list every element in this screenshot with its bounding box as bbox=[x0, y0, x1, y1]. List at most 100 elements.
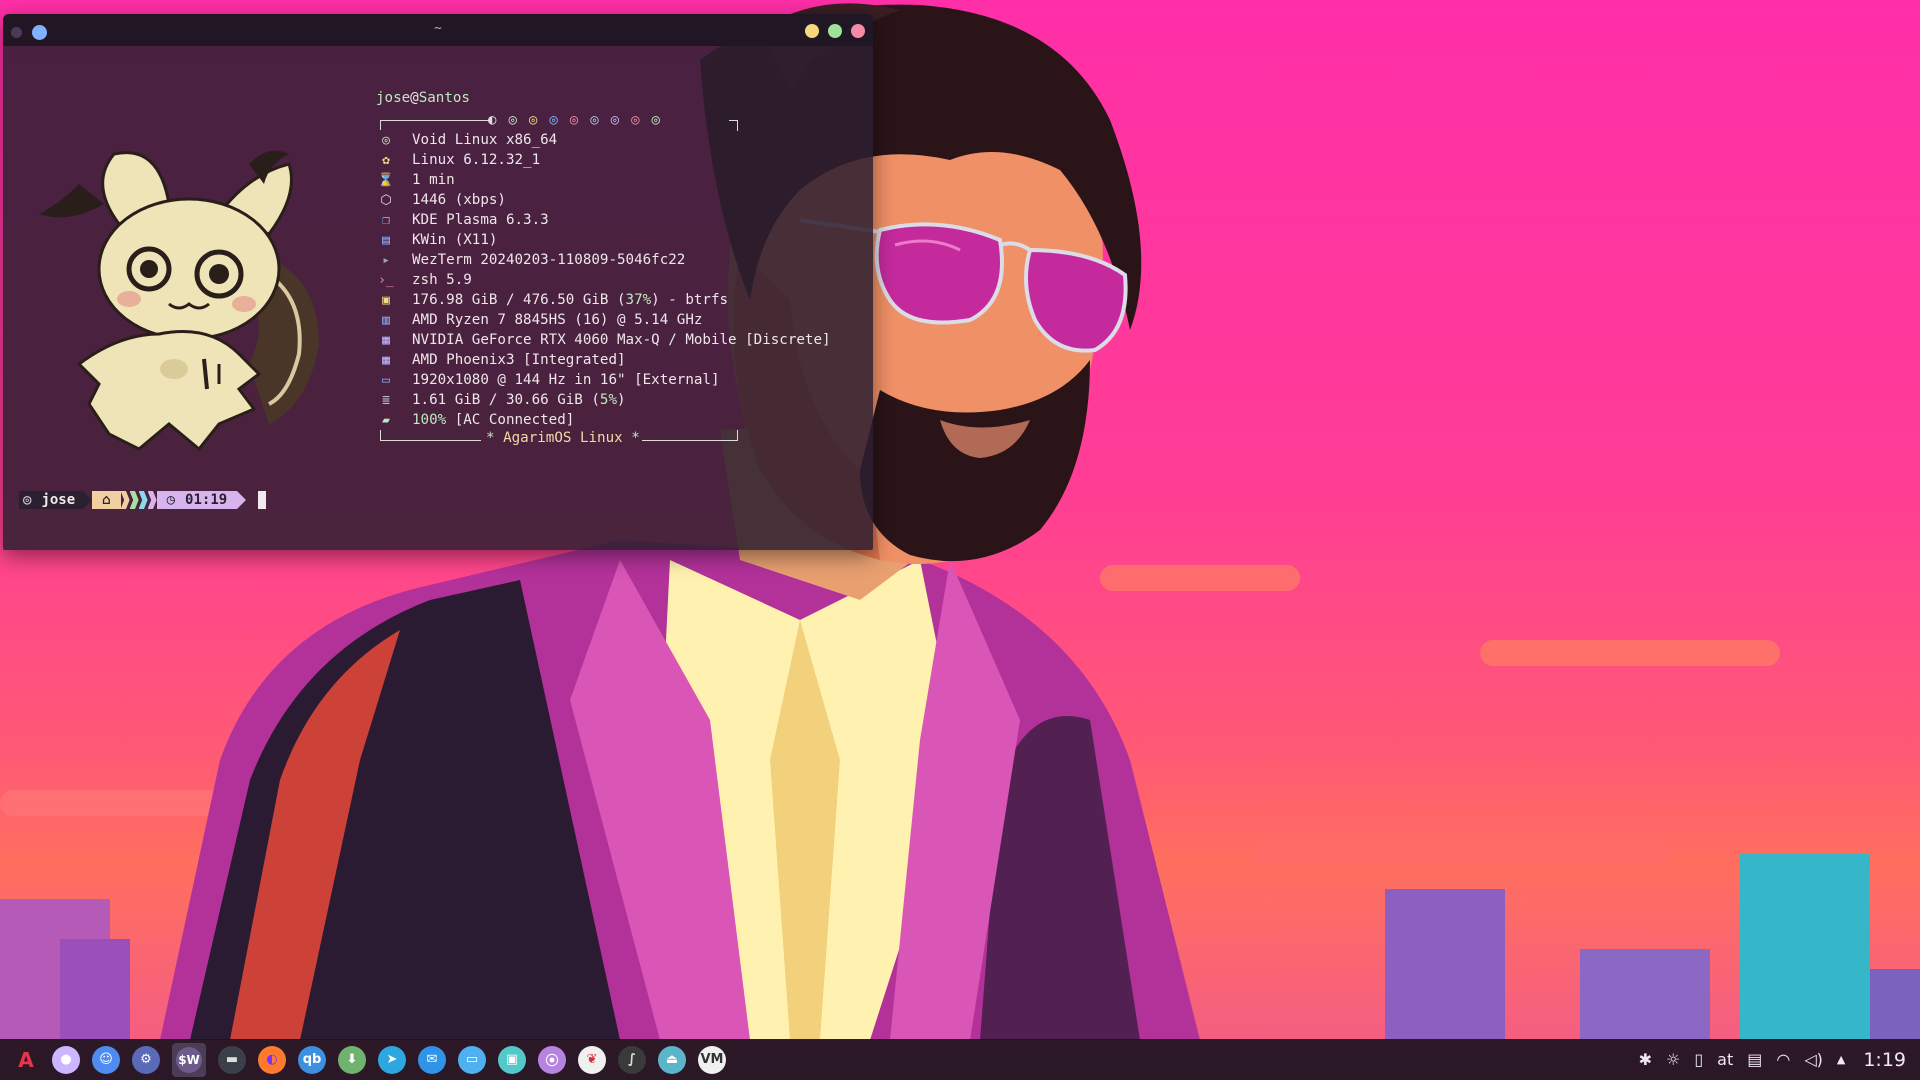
keyboard-layout-indicator[interactable]: at bbox=[1717, 1050, 1733, 1069]
volume-icon[interactable]: ◁) bbox=[1804, 1050, 1823, 1069]
battery-icon: ▰ bbox=[382, 412, 390, 428]
shell-prompt[interactable]: ◎ jose ⌂ ◷ 01:19 bbox=[19, 491, 267, 509]
terminal-content[interactable]: jose@Santos ◐ ◎ ◎ ◎ ◎ ◎ ◎ ◎ ◎ ◎ Void Linu… bbox=[3, 46, 873, 550]
info-row: ⌛ 1 min bbox=[376, 170, 831, 190]
info-value: NVIDIA GeForce RTX 4060 Max-Q / Mobile [… bbox=[412, 332, 831, 348]
palette-dot-icon: ◎ bbox=[590, 112, 599, 128]
app-inkscape-icon[interactable]: ∫ bbox=[618, 1045, 646, 1074]
app-vm-icon[interactable]: VM bbox=[698, 1045, 726, 1074]
app-qbittorrent-icon[interactable]: qb bbox=[298, 1045, 326, 1074]
info-value: 1 min bbox=[412, 172, 455, 188]
gear-icon: ✿ bbox=[382, 152, 390, 168]
info-row: ▣ 176.98 GiB / 476.50 GiB (37%) - btrfs bbox=[376, 290, 831, 310]
info-value: Void Linux x86_64 bbox=[412, 132, 558, 148]
powerline-arrow bbox=[83, 491, 93, 509]
info-row: ▭ 1920x1080 @ 144 Hz in 16" [External] bbox=[376, 370, 831, 390]
rainbow-stripes bbox=[120, 491, 157, 509]
app-firefox-icon[interactable]: ◐ bbox=[258, 1045, 286, 1074]
powerline-arrow bbox=[237, 491, 247, 509]
wallpaper-building bbox=[1580, 949, 1710, 1039]
brightness-icon[interactable]: ☼ bbox=[1666, 1050, 1680, 1069]
app-telegram-icon[interactable]: ➤ bbox=[378, 1045, 406, 1074]
info-value: Linux 6.12.32_1 bbox=[412, 152, 541, 168]
info-row: ⬡ 1446 (xbps) bbox=[376, 190, 831, 210]
system-tray: ✱ ☼ ▯ at ▤ ◠ ◁) ▲ 1:19 bbox=[1639, 1039, 1906, 1080]
prompt-time-segment: ◷ 01:19 bbox=[156, 491, 238, 509]
monitor-icon: ▭ bbox=[382, 372, 390, 388]
app-downloader-icon[interactable]: ⬇ bbox=[338, 1045, 366, 1074]
fetch-username: jose bbox=[376, 90, 411, 106]
digital-clock[interactable]: 1:19 bbox=[1863, 1049, 1906, 1071]
palette-dot-icon: ◎ bbox=[569, 112, 579, 128]
minimize-button[interactable] bbox=[805, 24, 819, 38]
text-cursor[interactable] bbox=[258, 491, 267, 509]
bluetooth-icon[interactable]: ✱ bbox=[1639, 1050, 1652, 1069]
void-logo-icon: ◎ bbox=[23, 492, 32, 508]
rainbow-stripe bbox=[138, 491, 148, 509]
disk-icon: ▣ bbox=[382, 292, 390, 308]
info-value: AMD Phoenix3 [Integrated] bbox=[412, 352, 626, 368]
desktop-icon: ❐ bbox=[382, 212, 390, 228]
distro-footer: * AgarimOS Linux * bbox=[376, 430, 738, 450]
info-row: ›_ zsh 5.9 bbox=[376, 270, 831, 290]
app-settings-icon[interactable]: ⚙ bbox=[132, 1045, 160, 1074]
app-files-icon[interactable]: ▭ bbox=[458, 1045, 486, 1074]
window-icon: ▤ bbox=[382, 232, 390, 248]
terminal-icon: ▸ bbox=[382, 252, 390, 268]
distro-name: AgarimOS Linux bbox=[503, 430, 623, 446]
void-logo-icon: ◎ bbox=[382, 132, 390, 148]
kde-connect-phone-icon[interactable]: ▯ bbox=[1694, 1050, 1703, 1069]
close-button[interactable] bbox=[851, 24, 865, 38]
app-disk-manager-icon[interactable]: ⏏ bbox=[658, 1045, 686, 1074]
app-wezterm-icon[interactable]: $W bbox=[172, 1042, 206, 1077]
maximize-button[interactable] bbox=[828, 24, 842, 38]
wallpaper-building bbox=[1385, 889, 1505, 1039]
shell-icon: ›_ bbox=[378, 272, 394, 288]
app-remote-desktop-icon[interactable]: ▣ bbox=[498, 1045, 526, 1074]
app-messenger-icon[interactable]: ✉ bbox=[418, 1045, 446, 1074]
user-host-line: jose@Santos bbox=[376, 90, 831, 110]
app-podcast-icon[interactable]: ⦿ bbox=[538, 1045, 566, 1074]
hourglass-icon: ⌛ bbox=[377, 172, 395, 188]
info-value: 100% [AC Connected] bbox=[412, 412, 575, 428]
wallpaper-building bbox=[1870, 969, 1920, 1039]
cpu-icon: ▥ bbox=[382, 312, 390, 328]
info-value: 1920x1080 @ 144 Hz in 16" [External] bbox=[412, 372, 720, 388]
info-value: WezTerm 20240203-110809-5046fc22 bbox=[412, 252, 686, 268]
clock-icon: ◷ bbox=[166, 492, 176, 508]
info-value: zsh 5.9 bbox=[412, 272, 472, 288]
memory-icon: ≣ bbox=[382, 392, 390, 408]
clipboard-icon[interactable]: ▤ bbox=[1747, 1050, 1762, 1069]
info-value: 1446 (xbps) bbox=[412, 192, 506, 208]
wallpaper-building bbox=[1740, 854, 1870, 1039]
fetch-hostname: Santos bbox=[418, 90, 470, 106]
app-terminal-icon[interactable]: ▬ bbox=[218, 1045, 246, 1074]
info-row: ▸ WezTerm 20240203-110809-5046fc22 bbox=[376, 250, 831, 270]
gpu-icon: ▦ bbox=[382, 352, 390, 368]
info-row: ▤ KWin (X11) bbox=[376, 230, 831, 250]
prompt-user-segment: ◎ jose bbox=[19, 491, 84, 509]
terminal-window[interactable]: ~ jose@Santos ◐ ◎ ◎ ◎ ◎ ◎ ◎ ◎ ◎ ◎ Void L… bbox=[3, 14, 873, 550]
info-value: AMD Ryzen 7 8845HS (16) @ 5.14 GHz bbox=[412, 312, 703, 328]
info-value: KDE Plasma 6.3.3 bbox=[412, 212, 549, 228]
wallpaper-cloud bbox=[1250, 840, 1670, 866]
window-titlebar[interactable]: ~ bbox=[3, 14, 873, 46]
tray-expand-icon[interactable]: ▲ bbox=[1837, 1053, 1845, 1066]
app-finder-icon[interactable]: ☺ bbox=[92, 1045, 120, 1074]
palette-moon-icon: ◐ bbox=[488, 112, 497, 128]
palette-dot-icon: ◎ bbox=[651, 112, 660, 128]
info-row: ▦ NVIDIA GeForce RTX 4060 Max-Q / Mobile … bbox=[376, 330, 831, 350]
info-row: ▰ 100% [AC Connected] bbox=[376, 410, 831, 430]
package-icon: ⬡ bbox=[380, 192, 392, 208]
rainbow-stripe bbox=[129, 491, 139, 509]
palette-dot-icon: ◎ bbox=[549, 112, 558, 128]
info-rows: ◎ Void Linux x86_64 ✿ Linux 6.12.32_1 ⌛ 1 min… bbox=[376, 130, 831, 430]
home-icon: ⌂ bbox=[102, 492, 111, 508]
wifi-icon[interactable]: ◠ bbox=[1776, 1050, 1790, 1069]
app-purple-circle-icon[interactable]: ● bbox=[52, 1045, 80, 1074]
app-launcher-icon[interactable]: A bbox=[12, 1046, 40, 1074]
rainbow-stripe bbox=[147, 491, 157, 509]
app-strawberry-icon[interactable]: ❦ bbox=[578, 1045, 606, 1074]
info-row: ◎ Void Linux x86_64 bbox=[376, 130, 831, 150]
palette-dot-icon: ◎ bbox=[610, 112, 620, 128]
